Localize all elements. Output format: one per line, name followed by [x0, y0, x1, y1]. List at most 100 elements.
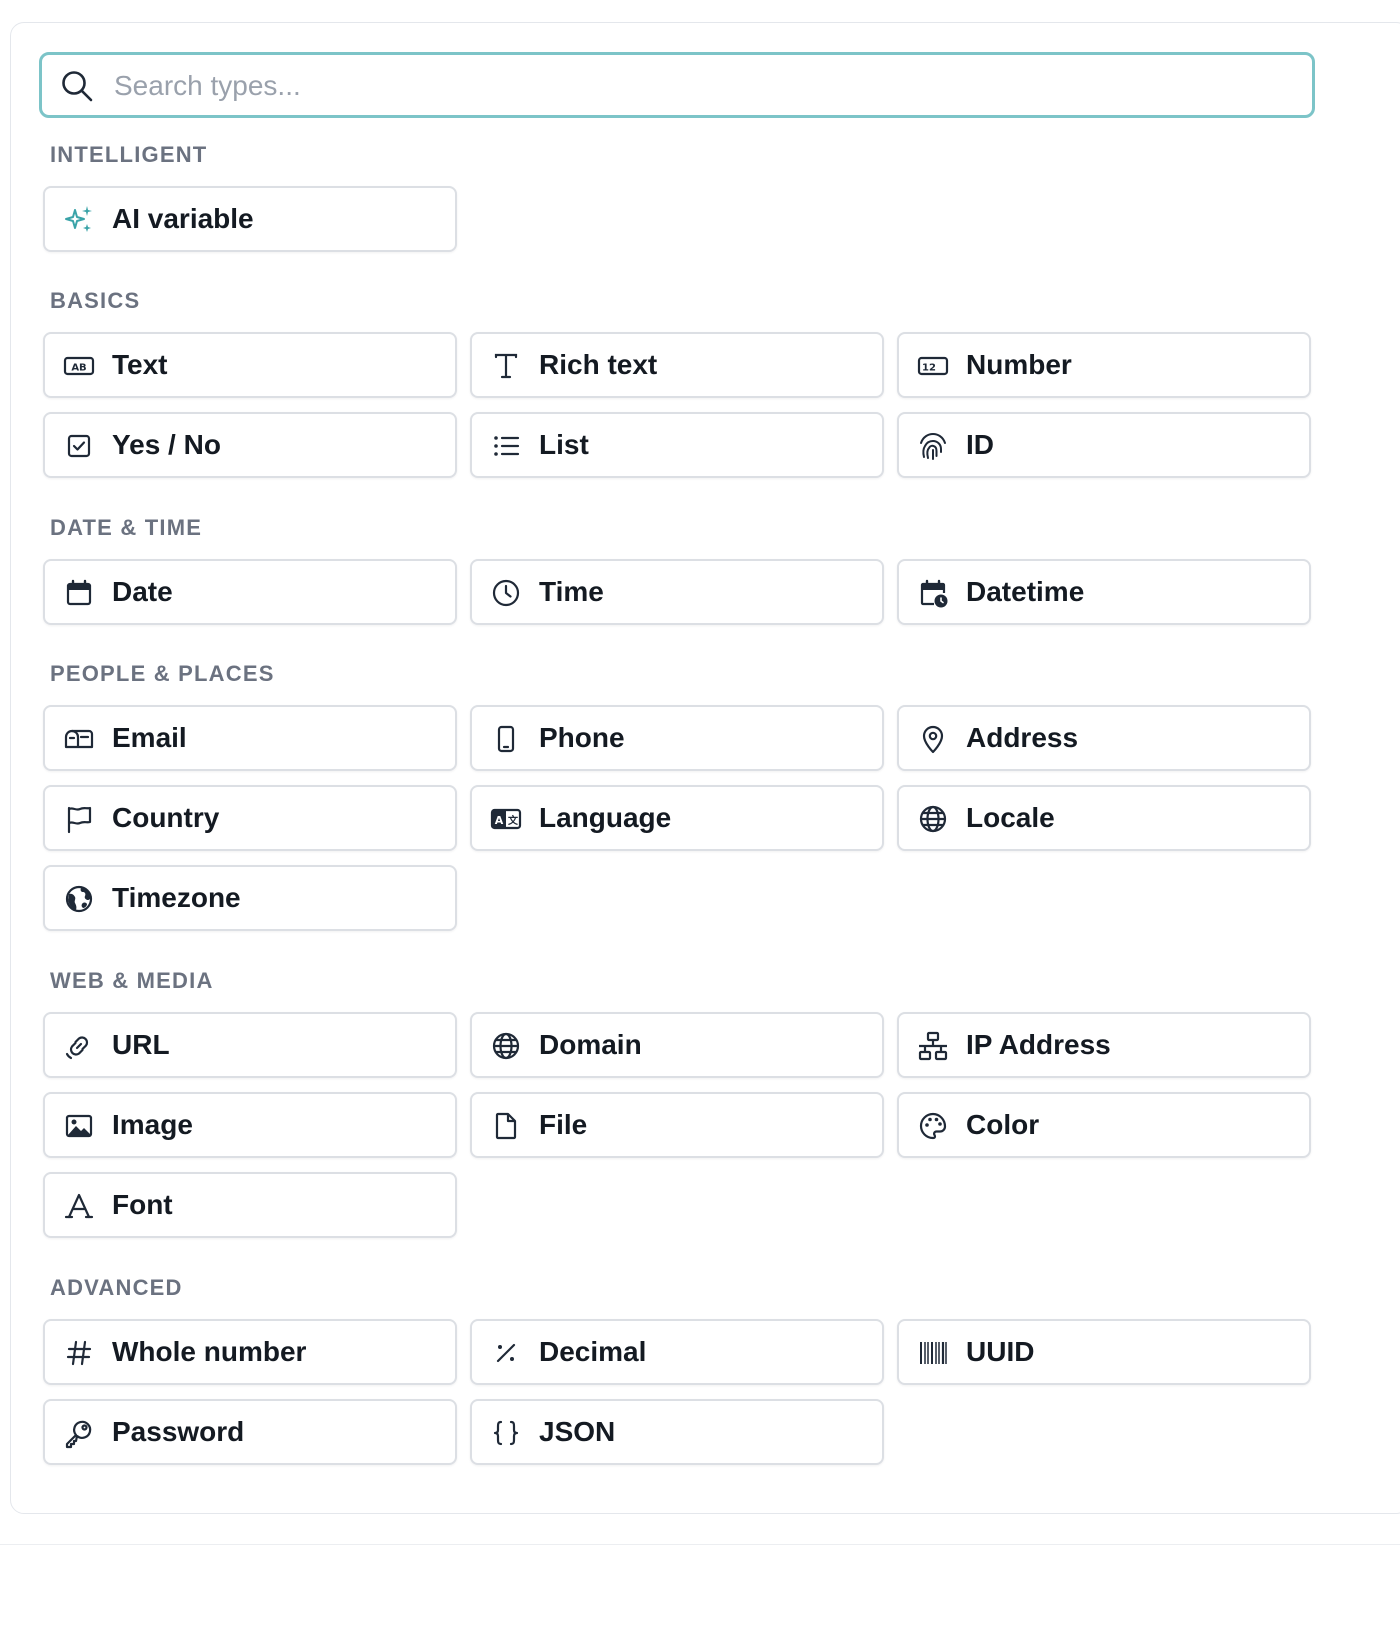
type-image[interactable]: Image: [43, 1092, 457, 1158]
fingerprint-icon: [917, 430, 949, 462]
globe-icon: [917, 803, 949, 835]
text-ab-icon: AB: [63, 350, 95, 382]
type-ip-address[interactable]: IP Address: [897, 1012, 1311, 1078]
type-timezone[interactable]: Timezone: [43, 865, 457, 931]
svg-text:A: A: [495, 814, 504, 827]
calendar-clock-icon: [917, 577, 949, 609]
section-title-date-time: DATE & TIME: [50, 515, 203, 540]
type-password[interactable]: Password: [43, 1399, 457, 1465]
flag-icon: [63, 803, 95, 835]
percent-icon: [490, 1337, 522, 1369]
type-yes-no[interactable]: Yes / No: [43, 412, 457, 478]
type-label: Yes / No: [112, 429, 221, 460]
type-id[interactable]: ID: [897, 412, 1311, 478]
type-label: Phone: [539, 722, 625, 753]
palette-icon: [917, 1110, 949, 1142]
link-icon: [63, 1030, 95, 1062]
mailbox-icon: [63, 723, 95, 755]
map-pin-icon: [917, 723, 949, 755]
type-datetime[interactable]: Datetime: [897, 559, 1311, 625]
type-label: Datetime: [966, 576, 1085, 607]
type-label: File: [539, 1109, 588, 1140]
type-email[interactable]: Email: [43, 705, 457, 771]
image-icon: [63, 1110, 95, 1142]
phone-icon: [490, 723, 522, 755]
number-icon: 12: [917, 350, 949, 382]
type-label: Language: [539, 802, 672, 833]
type-label: Font: [112, 1189, 173, 1220]
svg-text:12: 12: [922, 363, 936, 374]
type-label: Email: [112, 722, 187, 753]
type-label: Address: [966, 722, 1079, 753]
type-country[interactable]: Country: [43, 785, 457, 851]
type-label: Locale: [966, 802, 1055, 833]
search-icon: [60, 69, 94, 103]
type-label: Decimal: [539, 1336, 647, 1367]
svg-text:文: 文: [508, 814, 519, 827]
type-whole-number[interactable]: Whole number: [43, 1319, 457, 1385]
calendar-icon: [63, 577, 95, 609]
globe-icon: [490, 1030, 522, 1062]
type-label: Number: [966, 349, 1072, 380]
type-label: Time: [539, 576, 604, 607]
type-date[interactable]: Date: [43, 559, 457, 625]
clock-icon: [490, 577, 522, 609]
divider: [0, 1544, 1400, 1545]
section-title-intelligent: INTELLIGENT: [50, 142, 208, 167]
type-time[interactable]: Time: [470, 559, 884, 625]
network-icon: [917, 1030, 949, 1062]
checkbox-icon: [63, 430, 95, 462]
type-label: IP Address: [966, 1029, 1111, 1060]
type-label: List: [539, 429, 589, 460]
type-label: Timezone: [112, 882, 241, 913]
section-title-advanced: ADVANCED: [50, 1275, 183, 1300]
type-label: URL: [112, 1029, 170, 1060]
type-rich-text[interactable]: Rich text: [470, 332, 884, 398]
type-label: JSON: [539, 1416, 616, 1447]
type-label: Color: [966, 1109, 1040, 1140]
type-file[interactable]: File: [470, 1092, 884, 1158]
type-font[interactable]: Font: [43, 1172, 457, 1238]
language-icon: A文: [490, 803, 522, 835]
search-input[interactable]: [112, 63, 1296, 109]
type-phone[interactable]: Phone: [470, 705, 884, 771]
type-label: ID: [966, 429, 994, 460]
type-ai-variable[interactable]: AI variable: [43, 186, 457, 252]
type-label: Date: [112, 576, 173, 607]
hash-icon: [63, 1337, 95, 1369]
type-url[interactable]: URL: [43, 1012, 457, 1078]
type-color[interactable]: Color: [897, 1092, 1311, 1158]
type-label: Rich text: [539, 349, 658, 380]
section-title-basics: BASICS: [50, 288, 141, 313]
type-list[interactable]: List: [470, 412, 884, 478]
type-language[interactable]: A文 Language: [470, 785, 884, 851]
type-locale[interactable]: Locale: [897, 785, 1311, 851]
braces-icon: [490, 1417, 522, 1449]
type-domain[interactable]: Domain: [470, 1012, 884, 1078]
earth-icon: [63, 883, 95, 915]
type-label: AI variable: [112, 203, 254, 234]
type-label: Domain: [539, 1029, 642, 1060]
type-uuid[interactable]: UUID: [897, 1319, 1311, 1385]
type-decimal[interactable]: Decimal: [470, 1319, 884, 1385]
key-icon: [63, 1417, 95, 1449]
type-label: Country: [112, 802, 220, 833]
sparkles-icon: [63, 204, 95, 236]
type-json[interactable]: JSON: [470, 1399, 884, 1465]
type-label: Image: [112, 1109, 193, 1140]
section-title-web-media: WEB & MEDIA: [50, 968, 214, 993]
type-label: Password: [112, 1416, 245, 1447]
type-address[interactable]: Address: [897, 705, 1311, 771]
barcode-icon: [917, 1337, 949, 1369]
type-label: Text: [112, 349, 168, 380]
type-text[interactable]: AB Text: [43, 332, 457, 398]
type-label: UUID: [966, 1336, 1035, 1367]
search-box[interactable]: [39, 52, 1315, 118]
rich-text-icon: [490, 350, 522, 382]
type-label: Whole number: [112, 1336, 307, 1367]
section-title-people-places: PEOPLE & PLACES: [50, 661, 275, 686]
font-icon: [63, 1190, 95, 1222]
svg-text:AB: AB: [71, 363, 86, 374]
type-number[interactable]: 12 Number: [897, 332, 1311, 398]
list-icon: [490, 430, 522, 462]
